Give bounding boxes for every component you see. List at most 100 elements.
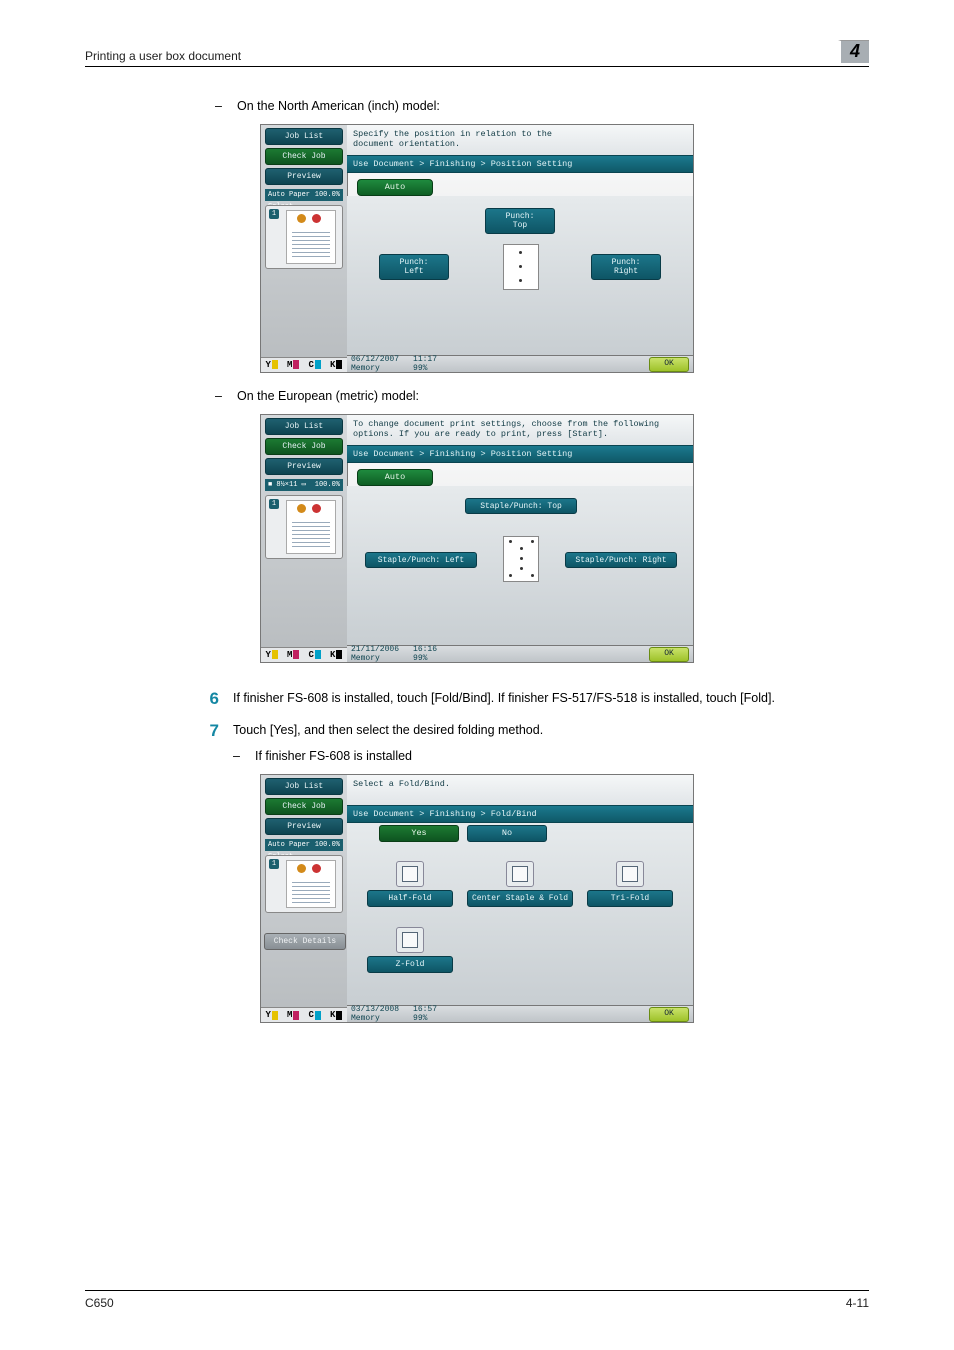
half-fold-icon	[396, 861, 424, 887]
auto-tab[interactable]: Auto	[357, 469, 433, 486]
half-fold-label: Half-Fold	[367, 890, 453, 907]
paper-select: Auto PaperSelect 100.0%	[265, 839, 343, 851]
status-time: 11:17	[413, 355, 437, 364]
breadcrumb: Use Document > Finishing > Position Sett…	[347, 155, 693, 173]
screenshot-eu: Job List Check Job Preview ■ 8½×11 ▭ 100…	[260, 414, 694, 663]
half-fold-option[interactable]: Half-Fold	[367, 861, 453, 907]
status-mem-val: 99%	[413, 364, 427, 373]
no-button[interactable]: No	[467, 825, 547, 842]
tri-fold-option[interactable]: Tri-Fold	[587, 861, 673, 907]
page-header: Printing a user box document 4	[85, 40, 869, 67]
ok-button[interactable]: OK	[649, 647, 689, 662]
zoom-value: 100.0%	[315, 479, 340, 491]
preview-button[interactable]: Preview	[265, 818, 343, 835]
center-staple-label: Center Staple & Fold	[467, 890, 573, 907]
instruction-text: Specify the position in relation to the …	[347, 125, 693, 155]
status-mem-val: 99%	[413, 1014, 427, 1023]
thumb-badge: 1	[269, 499, 279, 509]
tri-fold-label: Tri-Fold	[587, 890, 673, 907]
punch-left-button[interactable]: Punch: Left	[379, 254, 449, 280]
thumb-page-icon	[286, 500, 336, 554]
footer-left: C650	[85, 1296, 114, 1310]
step-sub: – If finisher FS-608 is installed	[233, 747, 543, 766]
check-job-button[interactable]: Check Job	[265, 148, 343, 165]
zoom-value: 100.0%	[315, 839, 340, 851]
center-staple-option[interactable]: Center Staple & Fold	[467, 861, 573, 907]
page-thumb: 1	[265, 855, 343, 913]
screenshot-fold: Job List Check Job Preview Auto PaperSel…	[260, 774, 694, 1023]
screenshot-na: Job List Check Job Preview Auto PaperSel…	[260, 124, 694, 373]
page-footer: C650 4-11	[85, 1290, 869, 1310]
punch-right-button[interactable]: Punch: Right	[591, 254, 661, 280]
step-sub-text: If finisher FS-608 is installed	[255, 747, 412, 766]
status-time: 16:16	[413, 645, 437, 654]
page-thumb: 1	[265, 205, 343, 269]
status-bar: 21/11/2006Memory 16:1699% OK	[347, 645, 693, 662]
status-date: 06/12/2007	[351, 355, 399, 364]
header-title: Printing a user box document	[85, 49, 241, 63]
z-fold-icon	[396, 927, 424, 953]
status-date: 21/11/2006	[351, 645, 399, 654]
right-pane: Select a Fold/Bind. Use Document > Finis…	[347, 775, 693, 1022]
thumb-page-icon	[286, 860, 336, 908]
toner-row: Y M C K	[261, 357, 347, 372]
dash-icon: –	[233, 747, 243, 766]
staple-top-button[interactable]: Staple/Punch: Top	[465, 498, 577, 514]
job-list-button[interactable]: Job List	[265, 128, 343, 145]
left-sidebar: Job List Check Job Preview Auto PaperSel…	[261, 125, 348, 372]
thumb-badge: 1	[269, 859, 279, 869]
status-mem-label: Memory	[351, 364, 380, 373]
instruction-text: To change document print settings, choos…	[347, 415, 693, 445]
paper-a: Auto Paper	[268, 191, 310, 199]
options-area: Punch: Top Punch: Left Punch: Right	[347, 196, 693, 355]
toner-row: Y M C K	[261, 1007, 347, 1022]
staple-right-button[interactable]: Staple/Punch: Right	[565, 552, 677, 568]
chapter-badge: 4	[838, 40, 869, 63]
instruction-text: Select a Fold/Bind.	[347, 775, 693, 805]
bullet-na: – On the North American (inch) model:	[215, 97, 869, 116]
step-6: 6 If finisher FS-608 is installed, touch…	[197, 689, 869, 709]
left-sidebar: Job List Check Job Preview Auto PaperSel…	[261, 775, 348, 1022]
paper-select: Auto PaperSelect 100.0%	[265, 189, 343, 201]
step-7: 7 Touch [Yes], and then select the desir…	[197, 721, 869, 767]
punch-top-button[interactable]: Punch: Top	[485, 208, 555, 234]
status-mem-val: 99%	[413, 654, 427, 663]
status-mem-label: Memory	[351, 1014, 380, 1023]
ok-button[interactable]: OK	[649, 1007, 689, 1022]
zoom-value: 100.0%	[315, 189, 340, 201]
bullet-eu: – On the European (metric) model:	[215, 387, 869, 406]
status-time: 16:57	[413, 1005, 437, 1014]
page-diagram-icon	[503, 244, 539, 290]
preview-button[interactable]: Preview	[265, 458, 343, 475]
left-sidebar: Job List Check Job Preview ■ 8½×11 ▭ 100…	[261, 415, 348, 662]
toner-row: Y M C K	[261, 647, 347, 662]
page-diagram-icon	[503, 536, 539, 582]
dash-icon: –	[215, 387, 225, 406]
paper-b: 8½×11	[276, 481, 297, 489]
z-fold-option[interactable]: Z-Fold	[367, 927, 453, 973]
options-area: Staple/Punch: Top Staple/Punch: Left Sta…	[347, 486, 693, 645]
thumb-page-icon	[286, 210, 336, 264]
thumb-badge: 1	[269, 209, 279, 219]
tri-fold-icon	[616, 861, 644, 887]
job-list-button[interactable]: Job List	[265, 778, 343, 795]
check-job-button[interactable]: Check Job	[265, 438, 343, 455]
bullet-eu-text: On the European (metric) model:	[237, 387, 419, 406]
check-details-button[interactable]: Check Details	[264, 933, 346, 950]
footer-right: 4-11	[846, 1296, 869, 1310]
options-area: Yes No Half-Fold Center Staple & Fold Tr…	[347, 823, 693, 1005]
status-bar: 06/12/2007Memory 11:1799% OK	[347, 355, 693, 372]
job-list-button[interactable]: Job List	[265, 418, 343, 435]
z-fold-label: Z-Fold	[367, 956, 453, 973]
preview-button[interactable]: Preview	[265, 168, 343, 185]
check-job-button[interactable]: Check Job	[265, 798, 343, 815]
step-text: Touch [Yes], and then select the desired…	[233, 721, 543, 740]
staple-left-button[interactable]: Staple/Punch: Left	[365, 552, 477, 568]
breadcrumb: Use Document > Finishing > Fold/Bind	[347, 805, 693, 823]
step-number: 7	[197, 721, 219, 741]
yes-button[interactable]: Yes	[379, 825, 459, 842]
ok-button[interactable]: OK	[649, 357, 689, 372]
dash-icon: –	[215, 97, 225, 116]
paper-select: ■ 8½×11 ▭ 100.0%	[265, 479, 343, 491]
auto-tab[interactable]: Auto	[357, 179, 433, 196]
